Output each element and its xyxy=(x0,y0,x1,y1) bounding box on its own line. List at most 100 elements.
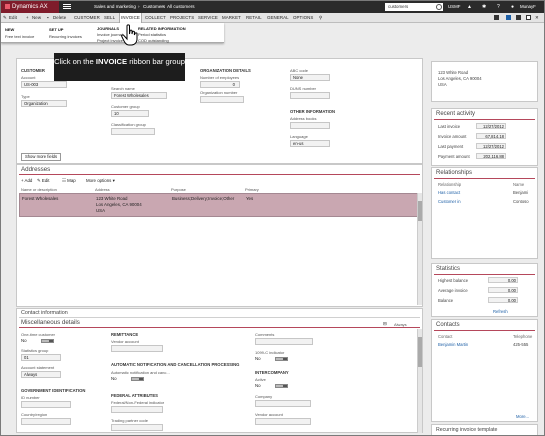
edit-button[interactable]: Edit xyxy=(9,13,17,23)
invoice-journal-button[interactable]: Invoice journal xyxy=(97,32,123,37)
search-icon[interactable]: ⚲ xyxy=(319,13,322,23)
address-row[interactable]: Forest Wholesales 123 White Road Los Ang… xyxy=(19,193,419,217)
address-books-field[interactable] xyxy=(290,122,330,129)
map-button[interactable]: ☷ Map xyxy=(62,178,76,184)
misc-details-fasttab: Contact information Miscellaneous detail… xyxy=(16,308,423,433)
section-underline xyxy=(434,178,535,179)
contacts-title[interactable]: Contacts xyxy=(436,322,460,328)
recurring-invoice-factbox: Recurring invoice template xyxy=(431,424,538,435)
tab-market[interactable]: MARKET xyxy=(222,13,241,23)
account-statement-field[interactable]: Always xyxy=(21,371,61,378)
onetime-value: No xyxy=(21,338,27,343)
statistics-title[interactable]: Statistics xyxy=(436,266,460,272)
account-statement-label: Account statement xyxy=(21,365,55,370)
column-primary[interactable]: Primary xyxy=(245,187,259,192)
tab-collect[interactable]: COLLECT xyxy=(145,13,166,23)
vendor-account-2-field[interactable] xyxy=(255,418,311,425)
recurring-invoices-button[interactable]: Recurring invoices xyxy=(49,34,82,39)
contact-row-name[interactable]: Benjamin Martin xyxy=(438,342,468,347)
edit-address-button[interactable]: ✎ Edit xyxy=(37,178,49,184)
tab-invoice[interactable]: INVOICE xyxy=(119,13,142,23)
tab-options[interactable]: OPTIONS xyxy=(293,13,313,23)
attach-icon[interactable] xyxy=(506,15,511,20)
column-name[interactable]: Name or description xyxy=(21,187,57,192)
addresses-title[interactable]: Addresses xyxy=(21,166,50,173)
close-icon[interactable]: ✕ xyxy=(535,13,539,23)
help-icon[interactable]: ? xyxy=(497,1,500,13)
delete-button[interactable]: Delete xyxy=(53,13,66,23)
project-invoice-button[interactable]: Project invoice xyxy=(97,38,123,43)
app-brand[interactable]: Dynamics AX xyxy=(1,1,59,13)
section-remittance: REMITTANCE xyxy=(111,332,139,337)
account-field[interactable]: US-003 xyxy=(21,81,67,88)
customer-group-field[interactable]: 10 xyxy=(111,110,149,117)
statistics-group-field[interactable]: 01 xyxy=(21,354,61,361)
user-avatar-icon[interactable]: ● xyxy=(511,1,514,13)
abc-code-field[interactable]: None xyxy=(290,74,330,81)
relationship-row-1[interactable]: Has contact xyxy=(438,190,460,195)
breadcrumb-sales-marketing[interactable]: Sales and marketing xyxy=(94,1,136,13)
period-statistics-button[interactable]: Period statistics xyxy=(138,32,166,37)
org-number-field[interactable] xyxy=(200,96,244,103)
tab-service[interactable]: SERVICE xyxy=(198,13,218,23)
invoice-amount-value: 67,814.18 xyxy=(476,133,506,139)
type-label: Type xyxy=(21,94,30,99)
misc-scrollbar[interactable] xyxy=(417,329,422,433)
refresh-link[interactable]: Refresh xyxy=(493,309,508,314)
tab-general[interactable]: GENERAL xyxy=(267,13,289,23)
language-field[interactable]: en-us xyxy=(290,140,330,147)
type-field[interactable]: Organization xyxy=(21,100,67,107)
office-icon[interactable] xyxy=(494,15,499,20)
employees-field[interactable]: 0 xyxy=(200,81,240,88)
classification-field[interactable] xyxy=(111,128,155,135)
org-number-label: Organization number xyxy=(200,90,238,95)
recent-activity-title[interactable]: Recent activity xyxy=(436,111,475,117)
recurring-invoice-title[interactable]: Recurring invoice template xyxy=(436,427,497,433)
more-options-button[interactable]: More options ▾ xyxy=(86,178,115,184)
new-button[interactable]: New xyxy=(32,13,41,23)
onetime-toggle[interactable] xyxy=(41,339,54,343)
vendor-account-field[interactable] xyxy=(111,345,163,352)
search-name-field[interactable]: Forest Wholesales xyxy=(111,92,167,99)
global-search-input[interactable]: customers xyxy=(385,3,443,11)
duns-field[interactable] xyxy=(290,92,330,99)
show-more-fields-button[interactable]: Show more fields xyxy=(21,153,61,161)
refresh-icon[interactable] xyxy=(516,15,521,20)
tab-projects[interactable]: PROJECTS xyxy=(170,13,194,23)
bell-icon[interactable]: ▲ xyxy=(467,1,472,13)
gear-icon[interactable]: ✱ xyxy=(482,1,486,13)
1099-indicator-toggle[interactable] xyxy=(275,357,288,361)
more-contacts-link[interactable]: More... xyxy=(516,414,529,419)
column-purpose[interactable]: Purpose xyxy=(171,187,186,192)
factbox-address-line3: USA xyxy=(438,82,447,87)
user-name[interactable]: MunayF xyxy=(520,1,536,13)
add-button[interactable]: + Add xyxy=(21,178,32,183)
company-field[interactable] xyxy=(255,400,311,407)
search-icon[interactable] xyxy=(436,4,442,10)
navigation-menu-icon[interactable] xyxy=(63,3,71,11)
active-toggle[interactable] xyxy=(275,384,288,388)
factbox-address-line2: Los Angeles, CA 90004 xyxy=(438,76,482,81)
factbox-address-line1: 123 White Road xyxy=(438,70,469,75)
breadcrumb-all-customers[interactable]: All customers xyxy=(167,1,195,13)
tab-customer[interactable]: CUSTOMER xyxy=(74,13,100,23)
company-selector[interactable]: USMF xyxy=(448,1,460,13)
federal-indicator-field[interactable] xyxy=(111,406,163,413)
tab-retail[interactable]: RETAIL xyxy=(246,13,262,23)
id-number-field[interactable] xyxy=(21,401,71,408)
relationships-title[interactable]: Relationships xyxy=(436,170,472,176)
relationship-row-2[interactable]: Customer in xyxy=(438,199,461,204)
cod-outstanding-button[interactable]: COD outstanding xyxy=(138,38,169,43)
tab-sell[interactable]: SELL xyxy=(104,13,115,23)
free-text-invoice-button[interactable]: Free text invoice xyxy=(5,34,34,39)
country-field[interactable] xyxy=(21,418,71,425)
last-payment-value: 12/27/2012 xyxy=(476,143,506,149)
column-address[interactable]: Address xyxy=(95,187,110,192)
auto-notification-toggle[interactable] xyxy=(131,377,144,381)
new-window-icon[interactable] xyxy=(526,15,531,20)
misc-details-title[interactable]: Miscellaneous details xyxy=(21,319,80,326)
addresses-scrollbar[interactable] xyxy=(417,193,422,305)
trading-partner-field[interactable] xyxy=(111,424,163,431)
comments-field[interactable] xyxy=(255,338,313,345)
contact-information-title[interactable]: Contact information xyxy=(21,310,68,316)
